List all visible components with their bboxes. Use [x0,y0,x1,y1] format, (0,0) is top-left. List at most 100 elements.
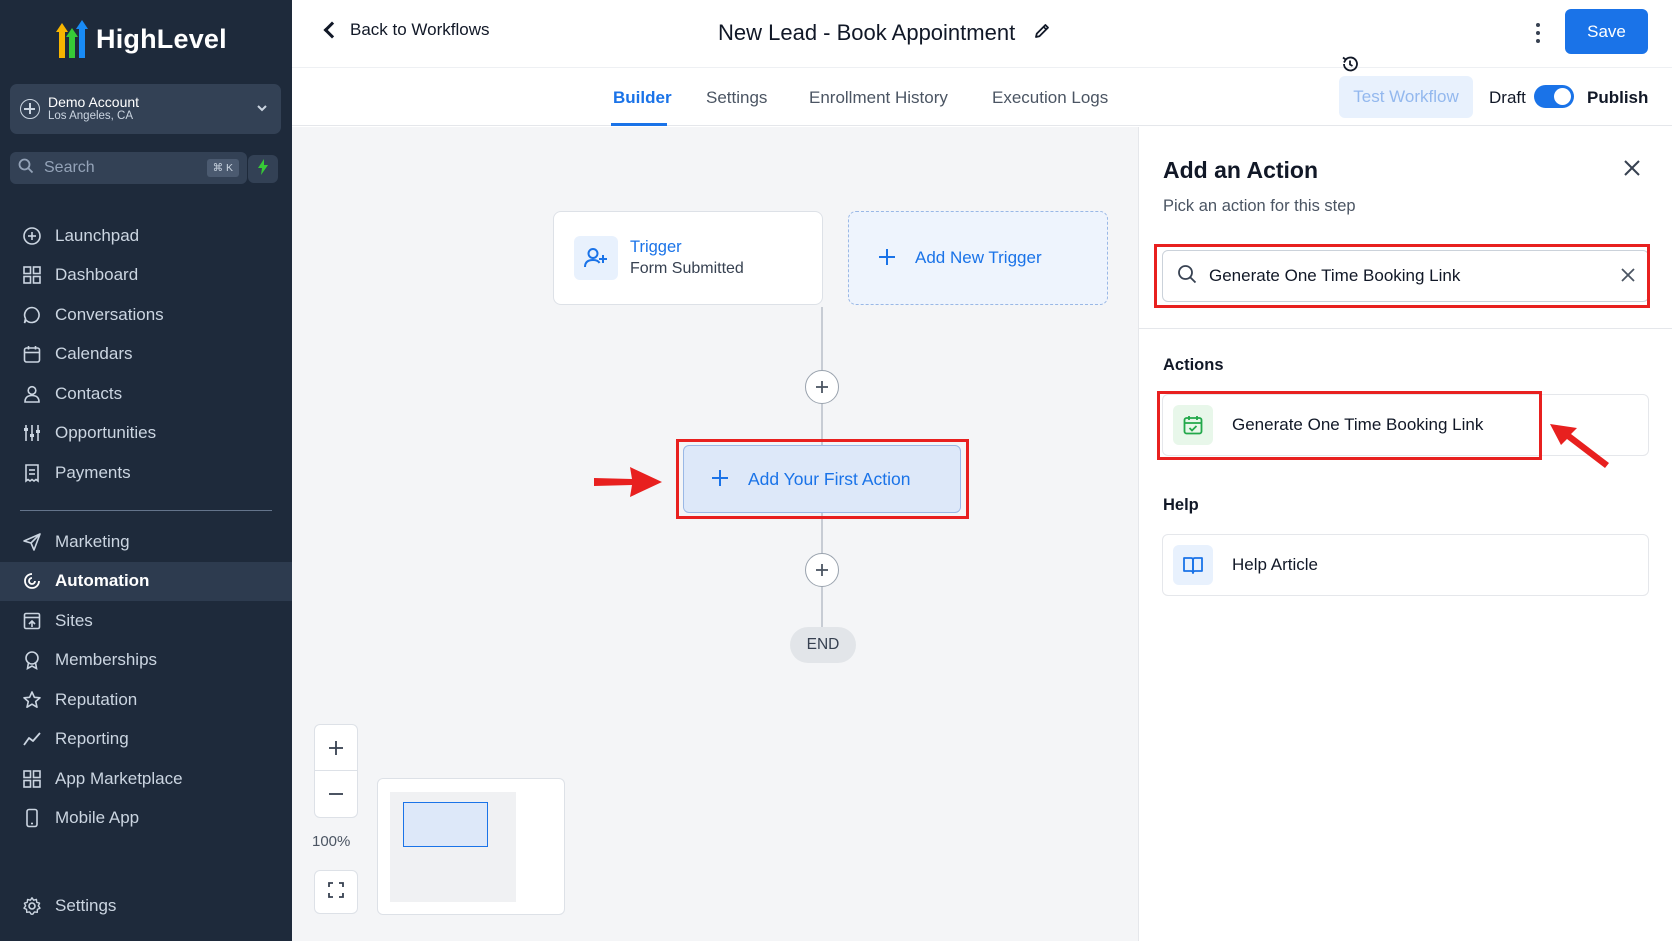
sidebar-item-automation[interactable]: Automation [0,561,292,601]
sidebar-item-opportunities[interactable]: Opportunities [0,414,292,454]
sidebar-item-label: Settings [55,895,117,915]
highlight-box [1157,391,1542,460]
tab-execution-logs[interactable]: Execution Logs [992,88,1108,108]
red-arrow-icon [592,465,664,504]
sidebar-item-label: Conversations [55,304,164,324]
trigger-title: Trigger [630,238,682,256]
sidebar-item-label: Dashboard [55,265,139,285]
sidebar-item-app-marketplace[interactable]: App Marketplace [0,759,292,799]
sidebar-item-reporting[interactable]: Reporting [0,720,292,760]
canvas-minimap[interactable] [377,778,565,915]
account-name: Demo Account [48,94,140,111]
back-to-workflows-link[interactable]: Back to Workflows [320,20,490,40]
edit-pencil-icon[interactable] [1033,20,1051,46]
highlevel-logo[interactable]: HighLevel [54,20,227,58]
zoom-controls [314,724,358,818]
panel-subtitle: Pick an action for this step [1163,197,1356,215]
sidebar-item-marketing[interactable]: Marketing [0,522,292,562]
quick-actions-button[interactable] [248,155,278,183]
panel-divider [1139,328,1672,329]
sidebar-item-calendars[interactable]: Calendars [0,335,292,375]
actions-heading: Actions [1163,356,1224,374]
sidebar-item-settings[interactable]: Settings [0,886,292,926]
sidebar-item-payments[interactable]: Payments [0,453,292,493]
sidebar-item-launchpad[interactable]: Launchpad [0,216,292,256]
sidebar-settings-area: Settings [0,886,292,926]
star-icon [22,690,42,710]
add-step-button[interactable] [805,370,839,404]
panel-title: Add an Action [1163,157,1319,183]
active-tab-indicator [611,123,667,126]
save-button[interactable]: Save [1565,9,1648,54]
sidebar: HighLevel Demo Account Los Angeles, CA S… [0,0,292,941]
opportunities-icon [22,423,42,443]
sidebar-item-label: Sites [55,610,93,630]
tab-settings[interactable]: Settings [706,88,767,108]
sidebar-item-sites[interactable]: Sites [0,601,292,641]
search-icon [18,158,34,179]
sidebar-item-label: Reputation [55,689,138,709]
tab-enrollment-history[interactable]: Enrollment History [809,88,948,108]
sidebar-item-memberships[interactable]: Memberships [0,641,292,681]
zoom-level: 100% [312,833,351,850]
gear-icon [22,896,42,916]
search-shortcut-badge: ⌘ K [206,159,239,177]
lightning-bolt-icon [257,158,269,180]
sidebar-nav-secondary: Marketing Automation Sites Memberships R… [0,522,292,838]
plus-icon [877,245,897,271]
mobile-icon [22,808,42,828]
book-icon [1173,545,1213,585]
add-step-button[interactable] [805,553,839,587]
workflow-title-text: New Lead - Book Appointment [718,20,1016,45]
workflow-tabbar: Builder Settings Enrollment History Exec… [292,56,1672,126]
brand-name: HighLevel [96,23,227,54]
automation-icon [22,571,42,591]
sites-icon [22,611,42,631]
help-heading: Help [1163,496,1199,514]
sidebar-item-label: Reporting [55,729,129,749]
trigger-card[interactable]: Trigger Form Submitted [553,211,823,305]
draft-label: Draft [1489,88,1526,107]
sidebar-item-label: Contacts [55,383,123,403]
sidebar-item-reputation[interactable]: Reputation [0,680,292,720]
highlight-box [676,439,969,519]
publish-label: Publish [1587,88,1649,107]
contacts-icon [22,384,42,404]
sidebar-nav-primary: Launchpad Dashboard Conversations Calend… [0,216,292,529]
memberships-icon [22,650,42,671]
tab-builder[interactable]: Builder [613,88,672,108]
add-user-icon [574,236,618,280]
test-workflow-button[interactable]: Test Workflow [1339,76,1473,118]
marketplace-icon [22,769,42,789]
close-icon[interactable] [1623,153,1641,184]
end-node: END [790,627,856,663]
more-options-icon[interactable] [1528,20,1548,46]
workflow-canvas[interactable]: Trigger Form Submitted Add New Trigger A… [292,127,1138,941]
account-switcher[interactable]: Demo Account Los Angeles, CA [10,84,281,134]
sidebar-item-label: Memberships [55,650,158,670]
chevron-left-icon [323,21,341,39]
zoom-in-button[interactable] [315,725,357,771]
search-placeholder: Search [44,159,95,176]
sidebar-item-dashboard[interactable]: Dashboard [0,256,292,296]
workflow-title: New Lead - Book Appointment [718,20,1051,46]
send-icon [22,532,42,552]
sidebar-item-mobile-app[interactable]: Mobile App [0,799,292,839]
account-icon [20,99,40,119]
help-article-item[interactable]: Help Article [1162,534,1649,596]
publish-toggle[interactable] [1534,85,1574,108]
red-arrow-icon [1547,423,1613,476]
chat-icon [22,305,42,325]
add-new-trigger-label: Add New Trigger [915,248,1042,267]
highlight-box [1154,244,1650,308]
sidebar-item-conversations[interactable]: Conversations [0,295,292,335]
zoom-out-button[interactable] [315,771,357,817]
sidebar-item-label: Calendars [55,344,133,364]
logo-arrows-icon [54,20,90,58]
add-new-trigger-button[interactable]: Add New Trigger [848,211,1108,305]
sidebar-item-label: Marketing [55,531,130,551]
fit-to-screen-button[interactable] [314,870,358,914]
sidebar-search[interactable]: Search ⌘ K [10,152,247,184]
minimap-viewport[interactable] [403,802,488,847]
sidebar-item-contacts[interactable]: Contacts [0,374,292,414]
